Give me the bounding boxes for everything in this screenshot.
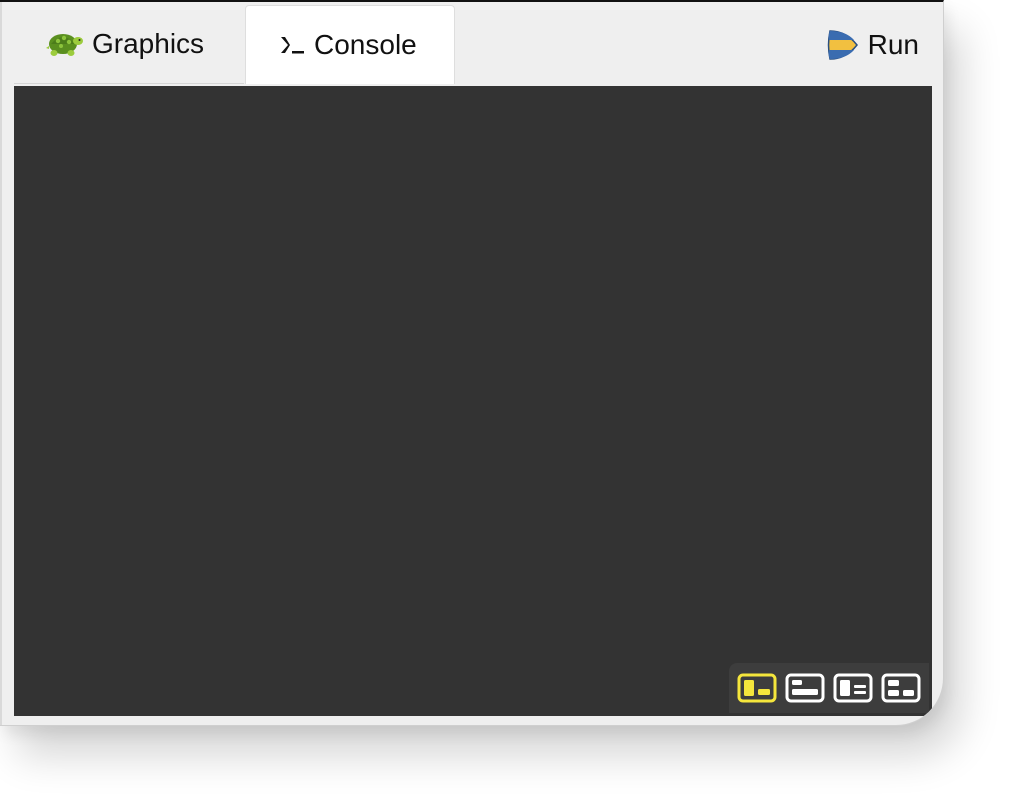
tab-console[interactable]: Console	[245, 5, 455, 84]
run-button-label: Run	[867, 28, 919, 60]
tab-graphics[interactable]: Graphics	[14, 5, 244, 84]
layout-side-list-icon	[833, 673, 873, 703]
run-icon	[826, 28, 860, 62]
tab-graphics-label: Graphics	[92, 28, 205, 59]
layout-split-left-button[interactable]	[737, 673, 777, 703]
console-output[interactable]	[14, 86, 932, 716]
run-button[interactable]: Run	[826, 5, 919, 84]
tab-bar: Graphics Console Run	[0, 2, 943, 84]
layout-toolbar	[729, 663, 929, 713]
tab-console-label: Console	[314, 29, 417, 60]
window-left-edge	[0, 2, 2, 725]
layout-grid-button[interactable]	[881, 673, 921, 703]
layout-bottom-panel-button[interactable]	[785, 673, 825, 703]
terminal-prompt-icon	[278, 33, 306, 57]
layout-grid-icon	[881, 673, 921, 703]
layout-bottom-panel-icon	[785, 673, 825, 703]
app-window: Graphics Console Run	[0, 0, 944, 726]
layout-side-list-button[interactable]	[833, 673, 873, 703]
layout-split-left-icon	[737, 673, 777, 703]
turtle-icon	[46, 28, 84, 60]
